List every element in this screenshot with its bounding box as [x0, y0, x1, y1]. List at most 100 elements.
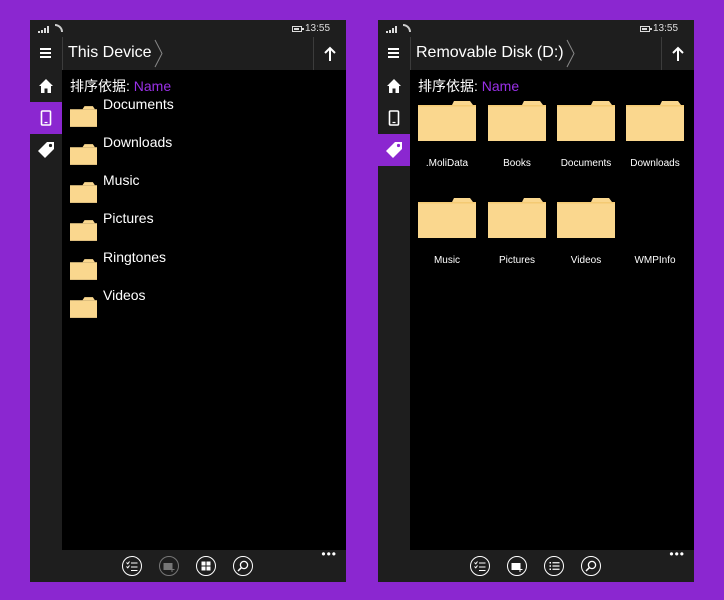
folder-icon [488, 198, 546, 238]
select-button[interactable] [122, 556, 142, 576]
up-button[interactable] [314, 37, 346, 70]
list-view-icon [549, 562, 559, 570]
tag-icon [38, 142, 54, 158]
checklist-icon [474, 561, 486, 571]
side-rail [30, 70, 62, 550]
folder-icon [557, 198, 615, 238]
select-button[interactable] [470, 556, 490, 576]
status-time: 13:55 [653, 23, 679, 34]
list-item[interactable]: Videos [70, 287, 340, 321]
signal-icon [386, 26, 398, 33]
new-folder-icon [163, 562, 175, 572]
folder-tile[interactable]: Pictures [486, 198, 548, 268]
grid-view-icon [201, 561, 211, 571]
more-icon[interactable]: ••• [321, 548, 337, 560]
hamburger-icon[interactable] [40, 48, 51, 58]
sort-value[interactable]: Name [134, 78, 171, 94]
rail-tag-button[interactable] [378, 134, 410, 166]
search-icon [237, 560, 249, 572]
breadcrumb-chevron-icon [154, 39, 163, 68]
up-arrow-icon [672, 46, 684, 61]
title-bar: This Device [30, 37, 346, 70]
status-bar: 13:55 [378, 20, 694, 37]
tile-label: WMPInfo [634, 255, 676, 266]
up-button[interactable] [662, 37, 694, 70]
rail-home-button[interactable] [378, 70, 410, 102]
folder-icon [70, 182, 97, 203]
list-item-label: Ringtones [103, 249, 167, 265]
folder-icon [557, 101, 615, 141]
folder-icon [70, 144, 97, 165]
folder-icon [70, 297, 97, 318]
folder-icon [418, 101, 476, 141]
list-item[interactable]: Downloads [70, 134, 340, 168]
phone-icon [388, 110, 400, 126]
battery-icon [292, 26, 304, 32]
sort-row[interactable]: 排序依据: Name [418, 76, 519, 96]
new-folder-button[interactable] [159, 556, 179, 576]
folder-icon [70, 220, 97, 241]
status-time: 13:55 [305, 23, 331, 34]
page-title[interactable]: This Device [68, 44, 152, 62]
checklist-icon [126, 561, 138, 571]
folder-icon [70, 259, 97, 280]
search-icon [585, 560, 597, 572]
tile-label: Books [503, 158, 531, 169]
phone-icon [40, 110, 52, 126]
folder-tile[interactable]: Books [486, 101, 548, 171]
folder-icon [418, 198, 476, 238]
list-item-label: Music [103, 172, 140, 188]
file-list: 排序依据: Name Documents Downloads Music Pic… [62, 70, 346, 550]
phone-left: 13:55 This Device 排序依据: Name Documents D… [30, 20, 346, 582]
home-icon [387, 79, 401, 93]
app-bar: ••• [378, 548, 694, 582]
page-title[interactable]: Removable Disk (D:) [416, 44, 564, 62]
up-arrow-icon [324, 46, 336, 61]
search-button[interactable] [233, 556, 253, 576]
rail-device-button[interactable] [378, 102, 410, 134]
tile-label: Videos [570, 255, 602, 266]
sort-row[interactable]: 排序依据: Name [70, 76, 171, 96]
list-item[interactable]: Music [70, 172, 340, 206]
home-icon [39, 79, 53, 93]
folder-tile[interactable]: Videos [555, 198, 617, 268]
tile-label: Pictures [498, 255, 536, 266]
signal-icon [38, 26, 50, 33]
folder-tile[interactable]: .MoliData [416, 101, 478, 171]
list-item[interactable]: Documents [70, 96, 340, 130]
folder-tile[interactable]: Music [416, 198, 478, 268]
list-item[interactable]: Ringtones [70, 249, 340, 283]
rail-home-button[interactable] [30, 70, 62, 102]
tile-label: Downloads [630, 158, 680, 169]
list-item-label: Pictures [103, 210, 154, 226]
status-bar: 13:55 [30, 20, 346, 37]
folder-tile[interactable]: Downloads [624, 101, 686, 171]
new-folder-button[interactable] [507, 556, 527, 576]
search-button[interactable] [581, 556, 601, 576]
grid-view-button[interactable] [196, 556, 216, 576]
list-view-button[interactable] [544, 556, 564, 576]
sort-value[interactable]: Name [482, 78, 519, 94]
side-rail [378, 70, 410, 550]
phone-right: 13:55 Removable Disk (D:) 排序依据: Name .Mo… [378, 20, 694, 582]
rail-tag-button[interactable] [30, 134, 62, 166]
folder-icon [70, 106, 97, 127]
breadcrumb-chevron-icon [566, 39, 575, 68]
hamburger-icon[interactable] [388, 48, 399, 58]
app-bar: ••• [30, 548, 346, 582]
battery-icon [640, 26, 652, 32]
more-icon[interactable]: ••• [669, 548, 685, 560]
folder-icon [626, 101, 684, 141]
file-tile[interactable]: WMPInfo [624, 198, 686, 268]
tile-label: .MoliData [425, 158, 469, 169]
list-item-label: Documents [103, 96, 174, 112]
divider [410, 37, 411, 70]
sort-label: 排序依据: [418, 78, 478, 94]
list-item-label: Downloads [103, 134, 173, 150]
tag-icon [386, 142, 402, 158]
rail-device-button[interactable] [30, 102, 62, 134]
title-bar: Removable Disk (D:) [378, 37, 694, 70]
list-item[interactable]: Pictures [70, 210, 340, 244]
folder-tile[interactable]: Documents [555, 101, 617, 171]
tile-label: Documents [560, 158, 612, 169]
